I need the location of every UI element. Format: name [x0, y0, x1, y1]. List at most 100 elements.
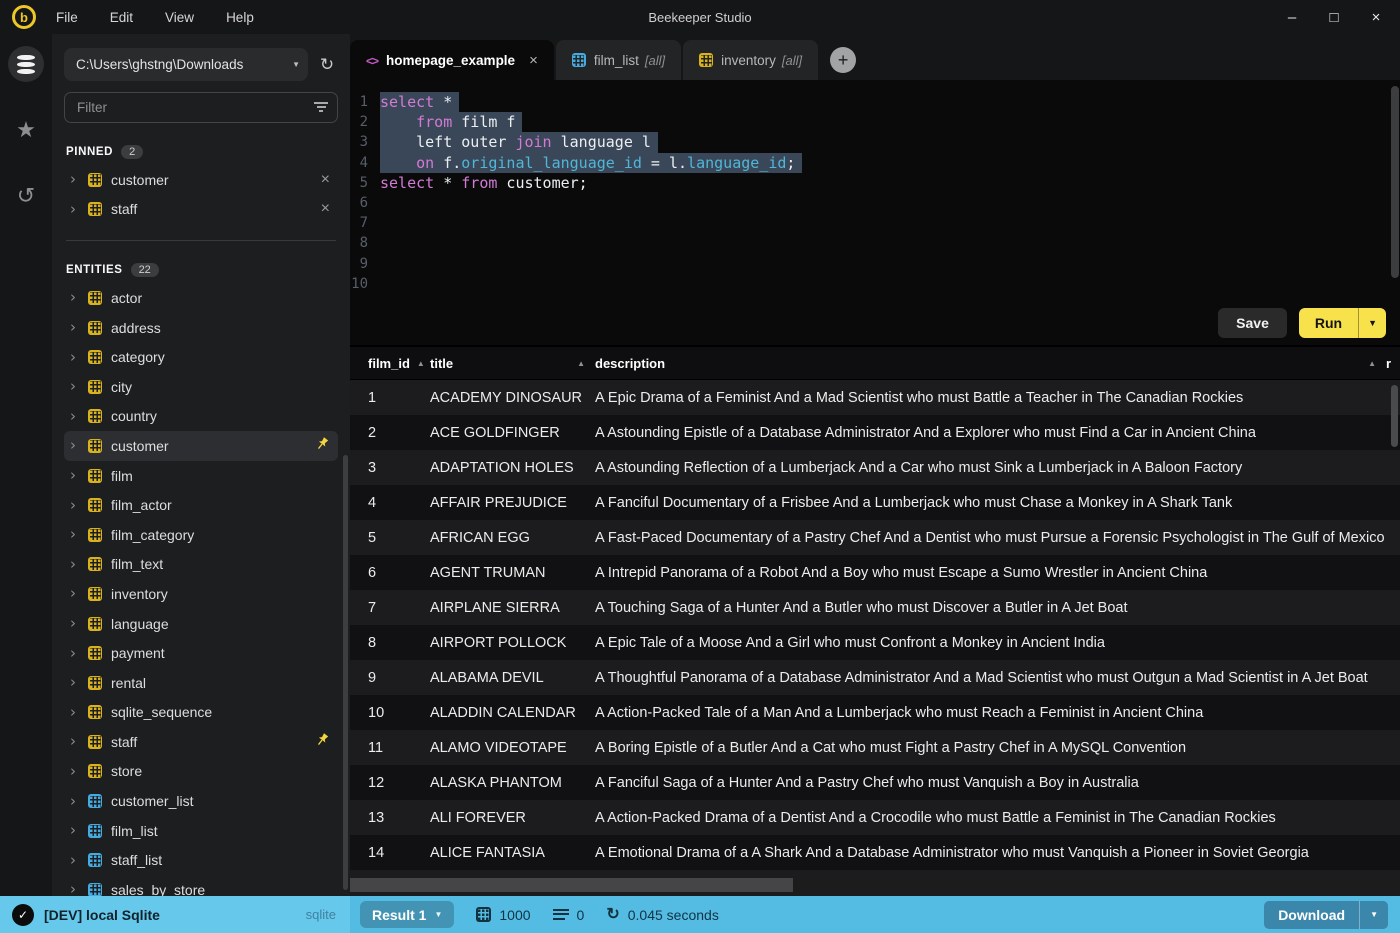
pin-icon[interactable] [308, 433, 332, 458]
entity-row[interactable]: customer_list [64, 786, 338, 816]
table-row[interactable]: 11 ALAMO VIDEOTAPE A Boring Epistle of a… [350, 730, 1400, 765]
column-header-title[interactable]: title ▲ [430, 356, 595, 371]
results-vertical-scrollbar[interactable] [1391, 385, 1398, 447]
code-line[interactable]: 4 on f.original_language_id = l.language… [350, 152, 1400, 173]
refresh-icon[interactable]: ↻ [316, 55, 338, 75]
entity-row[interactable]: sqlite_sequence [64, 698, 338, 728]
editor-tab[interactable]: homepage_example [350, 40, 554, 80]
chevron-right-icon[interactable] [70, 468, 79, 483]
table-row[interactable]: 2 ACE GOLDFINGER A Astounding Epistle of… [350, 415, 1400, 450]
table-row[interactable]: 7 AIRPLANE SIERRA A Touching Saga of a H… [350, 590, 1400, 625]
menu-item[interactable]: File [56, 10, 78, 25]
sort-asc-icon[interactable]: ▲ [417, 359, 425, 368]
code-line[interactable]: 2 from film f [350, 112, 1400, 133]
code-line[interactable]: 10 [350, 274, 1400, 294]
menu-item[interactable]: View [165, 10, 194, 25]
chevron-right-icon[interactable] [70, 764, 79, 779]
chevron-right-icon[interactable] [70, 320, 79, 335]
history-button[interactable]: ↺ [8, 178, 44, 214]
chevron-right-icon[interactable] [70, 379, 79, 394]
entity-row[interactable]: city [64, 372, 338, 402]
column-header-film-id[interactable]: film_id ▲ [350, 356, 430, 371]
entity-row[interactable]: film_list [64, 816, 338, 846]
connection-selector[interactable]: C:\Users\ghstng\Downloads ▼ [64, 48, 308, 81]
entity-row[interactable]: category [64, 342, 338, 372]
close-window-icon[interactable]: × [1368, 9, 1384, 26]
entity-row[interactable]: staff_list [64, 845, 338, 875]
code-line[interactable]: 3 left outer join language l [350, 132, 1400, 153]
table-row[interactable]: 12 ALASKA PHANTOM A Fanciful Saga of a H… [350, 765, 1400, 800]
save-button[interactable]: Save [1218, 308, 1287, 338]
sort-asc-icon[interactable]: ▲ [1368, 359, 1376, 368]
entity-row[interactable]: inventory [64, 579, 338, 609]
table-row[interactable]: 3 ADAPTATION HOLES A Astounding Reflecti… [350, 450, 1400, 485]
favorites-button[interactable]: ★ [8, 112, 44, 148]
chevron-right-icon[interactable] [70, 438, 79, 453]
new-tab-button[interactable]: + [830, 47, 857, 73]
minimize-icon[interactable]: – [1284, 9, 1300, 26]
code-line[interactable]: 9 [350, 254, 1400, 274]
menu-item[interactable]: Edit [110, 10, 133, 25]
table-row[interactable]: 10 ALADDIN CALENDAR A Action-Packed Tale… [350, 695, 1400, 730]
chevron-right-icon[interactable] [70, 350, 79, 365]
pin-icon[interactable] [308, 729, 332, 754]
table-row[interactable]: 8 AIRPORT POLLOCK A Epic Tale of a Moose… [350, 625, 1400, 660]
code-line[interactable]: 6 [350, 193, 1400, 213]
table-row[interactable]: 1 ACADEMY DINOSAUR A Epic Drama of a Fem… [350, 380, 1400, 415]
chevron-right-icon[interactable] [70, 409, 79, 424]
entity-row[interactable]: film_category [64, 520, 338, 550]
editor-tab[interactable]: inventory [all] [683, 40, 819, 80]
entity-row[interactable]: customer [64, 431, 338, 461]
chevron-right-icon[interactable] [70, 734, 79, 749]
unpin-close-icon[interactable] [321, 171, 330, 189]
code-line[interactable]: 7 [350, 213, 1400, 233]
entity-row[interactable]: sales_by_store [64, 875, 338, 896]
run-options-caret-icon[interactable]: ▼ [1358, 308, 1386, 338]
sort-asc-icon[interactable]: ▲ [577, 359, 585, 368]
chevron-right-icon[interactable] [70, 794, 79, 809]
table-row[interactable]: 13 ALI FOREVER A Action-Packed Drama of … [350, 800, 1400, 835]
sidebar-scrollbar[interactable] [343, 455, 348, 890]
pinned-item[interactable]: customer [64, 165, 338, 195]
run-button[interactable]: Run [1299, 308, 1358, 338]
download-options-caret-icon[interactable]: ▼ [1359, 900, 1388, 929]
sql-editor[interactable]: 1 select * 2 from film f 3 left outer jo… [350, 80, 1400, 345]
entity-row[interactable]: country [64, 402, 338, 432]
menu-item[interactable]: Help [226, 10, 254, 25]
chevron-right-icon[interactable] [70, 290, 79, 305]
entity-row[interactable]: language [64, 609, 338, 639]
entity-row[interactable]: rental [64, 668, 338, 698]
pinned-item[interactable]: staff [64, 195, 338, 225]
table-row[interactable]: 6 AGENT TRUMAN A Intrepid Panorama of a … [350, 555, 1400, 590]
unpin-close-icon[interactable] [321, 200, 330, 218]
maximize-icon[interactable]: □ [1326, 9, 1342, 26]
result-selector-button[interactable]: Result 1 ▼ [360, 901, 455, 928]
editor-tab[interactable]: film_list [all] [555, 40, 682, 80]
entity-row[interactable]: store [64, 757, 338, 787]
chevron-right-icon[interactable] [70, 586, 79, 601]
database-panel-button[interactable] [8, 46, 44, 82]
chevron-right-icon[interactable] [70, 823, 79, 838]
chevron-right-icon[interactable] [70, 616, 79, 631]
scrollbar-thumb[interactable] [350, 878, 793, 892]
chevron-right-icon[interactable] [70, 882, 79, 896]
chevron-right-icon[interactable] [70, 675, 79, 690]
entity-row[interactable]: film [64, 461, 338, 491]
table-row[interactable]: 5 AFRICAN EGG A Fast-Paced Documentary o… [350, 520, 1400, 555]
chevron-right-icon[interactable] [70, 202, 79, 217]
entity-row[interactable]: film_text [64, 550, 338, 580]
editor-scrollbar[interactable] [1391, 86, 1399, 278]
entity-row[interactable]: address [64, 313, 338, 343]
code-line[interactable]: 5 select * from customer; [350, 173, 1400, 193]
table-row[interactable]: 14 ALICE FANTASIA A Emotional Drama of a… [350, 835, 1400, 870]
code-line[interactable]: 8 [350, 233, 1400, 253]
table-row[interactable]: 9 ALABAMA DEVIL A Thoughtful Panorama of… [350, 660, 1400, 695]
code-line[interactable]: 1 select * [350, 92, 1400, 113]
chevron-right-icon[interactable] [70, 498, 79, 513]
chevron-right-icon[interactable] [70, 557, 79, 572]
chevron-right-icon[interactable] [70, 527, 79, 542]
column-header-partial[interactable]: r [1386, 356, 1400, 371]
chevron-right-icon[interactable] [70, 172, 79, 187]
entity-row[interactable]: payment [64, 638, 338, 668]
results-horizontal-scrollbar[interactable] [350, 878, 1400, 892]
